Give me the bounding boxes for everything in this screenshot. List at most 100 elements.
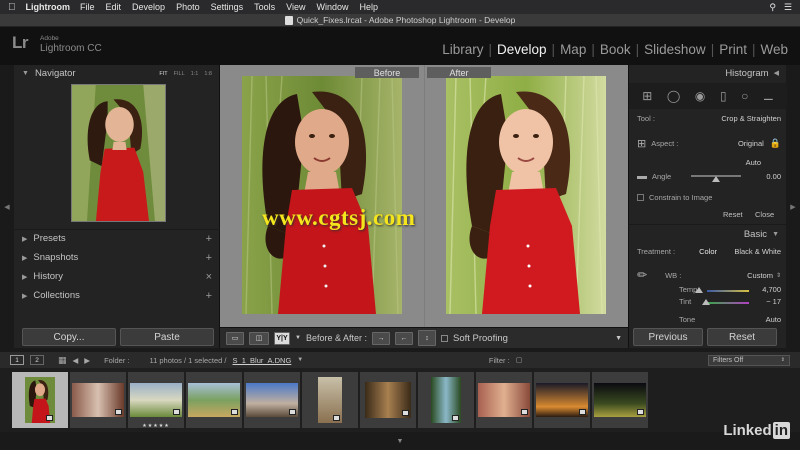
add-snapshot-icon[interactable]: + xyxy=(206,252,212,264)
before-after-yy-button[interactable]: Y|Y xyxy=(274,331,290,345)
nav-1-8[interactable]: 1:8 xyxy=(204,71,212,77)
straighten-tool-icon[interactable]: ▬ xyxy=(637,171,647,182)
filter-lock-icon[interactable]: ▢ xyxy=(516,356,523,364)
module-book[interactable]: Book xyxy=(596,42,635,57)
module-library[interactable]: Library xyxy=(438,42,487,57)
temp-slider[interactable] xyxy=(707,290,749,292)
spot-removal-icon[interactable]: ◯ xyxy=(667,89,680,103)
basic-header[interactable]: Basic ▼ xyxy=(629,226,787,242)
nav-1-1[interactable]: 1:1 xyxy=(191,71,199,77)
filmstrip-thumb[interactable] xyxy=(534,372,590,428)
tint-slider[interactable] xyxy=(707,302,749,304)
list-icon[interactable]: ☰ xyxy=(784,2,792,13)
constrain-checkbox[interactable] xyxy=(637,194,644,201)
treatment-bw[interactable]: Black & White xyxy=(734,247,781,256)
adjustment-brush-icon[interactable]: ⚊ xyxy=(763,89,774,103)
chevron-down-icon[interactable]: ▼ xyxy=(295,335,301,341)
filmstrip-thumb[interactable] xyxy=(476,372,532,428)
swap-before-after-button[interactable]: ↕ xyxy=(417,330,436,346)
menu-edit[interactable]: Edit xyxy=(106,2,122,12)
reset-button[interactable]: Reset xyxy=(707,328,777,346)
collections-header[interactable]: ▶ Collections + xyxy=(14,287,220,304)
crop-frame-icon[interactable]: ⊞ xyxy=(637,137,646,150)
filmstrip-thumb[interactable] xyxy=(70,372,126,428)
module-web[interactable]: Web xyxy=(756,42,792,57)
filmstrip-thumb[interactable] xyxy=(418,372,474,428)
presets-header[interactable]: ▶ Presets + xyxy=(14,230,220,247)
back-arrow-icon[interactable]: ◀ xyxy=(73,356,79,365)
add-collection-icon[interactable]: + xyxy=(206,290,212,302)
lock-icon[interactable]: 🔒 xyxy=(770,138,781,149)
navigator-preview[interactable] xyxy=(71,84,166,222)
filters-select[interactable]: Filters Off ⇕ xyxy=(708,354,790,366)
module-map[interactable]: Map xyxy=(556,42,590,57)
angle-value[interactable]: 0.00 xyxy=(766,172,781,181)
filmstrip-thumb[interactable] xyxy=(360,372,416,428)
right-panel-toggle[interactable]: ▶ xyxy=(786,65,800,348)
histogram-header[interactable]: Histogram ◀ xyxy=(629,65,787,81)
navigator-header[interactable]: ▼ Navigator FIT FILL 1:1 1:8 xyxy=(14,65,220,82)
left-panel-toggle[interactable]: ◀ xyxy=(0,65,14,348)
filmstrip-thumb[interactable] xyxy=(186,372,242,428)
snapshots-header[interactable]: ▶ Snapshots + xyxy=(14,249,220,266)
selected-file[interactable]: S_1_Blur_A.DNG xyxy=(233,356,292,365)
toolbar-menu-chevron-icon[interactable]: ▼ xyxy=(615,335,622,342)
module-print[interactable]: Print xyxy=(715,42,751,57)
crop-overlay-icon[interactable]: ⊞ xyxy=(642,89,652,103)
add-preset-icon[interactable]: + xyxy=(206,233,212,245)
filmstrip-toggle[interactable]: ▼ xyxy=(0,432,800,450)
copy-after-to-before-button[interactable]: ← xyxy=(394,331,413,345)
history-header[interactable]: ▶ History × xyxy=(14,268,220,285)
module-slideshow[interactable]: Slideshow xyxy=(640,42,710,57)
menu-settings[interactable]: Settings xyxy=(211,2,244,12)
temp-slider-knob[interactable] xyxy=(695,287,703,293)
menu-app-name[interactable]: Lightroom xyxy=(26,2,71,12)
forward-arrow-icon[interactable]: ▶ xyxy=(84,356,90,365)
menu-help[interactable]: Help xyxy=(360,2,379,12)
chevron-updown-icon[interactable]: ⇕ xyxy=(776,272,781,279)
tint-value[interactable]: − 17 xyxy=(766,297,781,306)
menu-tools[interactable]: Tools xyxy=(254,2,275,12)
aspect-select[interactable]: Original xyxy=(738,139,764,148)
graduated-filter-icon[interactable]: ▯ xyxy=(720,89,727,103)
search-icon[interactable]: ⚲ xyxy=(769,2,776,13)
filmstrip-thumb[interactable] xyxy=(302,372,358,428)
filmstrip-thumb[interactable] xyxy=(244,372,300,428)
after-photo[interactable] xyxy=(446,76,606,314)
menu-view[interactable]: View xyxy=(286,2,305,12)
paste-button[interactable]: Paste xyxy=(120,328,214,346)
nav-fit[interactable]: FIT xyxy=(159,71,167,77)
red-eye-icon[interactable]: ◉ xyxy=(695,89,705,103)
angle-slider-knob[interactable] xyxy=(712,176,720,182)
soft-proofing-checkbox[interactable] xyxy=(440,334,448,342)
filmstrip-thumb[interactable] xyxy=(12,372,68,428)
wb-select[interactable]: Custom xyxy=(747,271,773,280)
filmstrip-thumb[interactable]: ★★★★★ xyxy=(128,372,184,429)
menu-photo[interactable]: Photo xyxy=(176,2,200,12)
module-develop[interactable]: Develop xyxy=(493,42,551,57)
chevron-down-icon[interactable]: ▼ xyxy=(297,357,303,363)
menu-window[interactable]: Window xyxy=(317,2,349,12)
temp-value[interactable]: 4,700 xyxy=(762,285,781,294)
tint-slider-knob[interactable] xyxy=(702,299,710,305)
nav-fill[interactable]: FILL xyxy=(174,71,185,77)
copy-before-to-after-button[interactable]: → xyxy=(371,331,390,345)
rating-stars[interactable]: ★★★★★ xyxy=(128,423,184,429)
main-window-button[interactable]: 1 xyxy=(10,355,24,365)
eyedropper-icon[interactable]: ✏ xyxy=(637,268,647,282)
before-after-left-right-button[interactable]: ◫ xyxy=(249,331,269,345)
filmstrip-thumb[interactable] xyxy=(592,372,648,428)
grid-icon[interactable]: ▦ xyxy=(58,355,67,366)
previous-button[interactable]: Previous xyxy=(633,328,703,346)
apple-icon[interactable]:  xyxy=(8,2,16,13)
tone-auto-button[interactable]: Auto xyxy=(766,315,781,324)
angle-auto-button[interactable]: Auto xyxy=(746,158,761,167)
radial-filter-icon[interactable]: ○ xyxy=(741,89,748,103)
before-photo[interactable] xyxy=(242,76,402,314)
image-view[interactable]: Before After xyxy=(220,65,628,327)
treatment-color[interactable]: Color xyxy=(699,247,717,256)
menu-file[interactable]: File xyxy=(80,2,95,12)
menu-develop[interactable]: Develop xyxy=(132,2,165,12)
crop-reset-button[interactable]: Reset xyxy=(723,210,743,219)
clear-history-icon[interactable]: × xyxy=(206,271,212,283)
